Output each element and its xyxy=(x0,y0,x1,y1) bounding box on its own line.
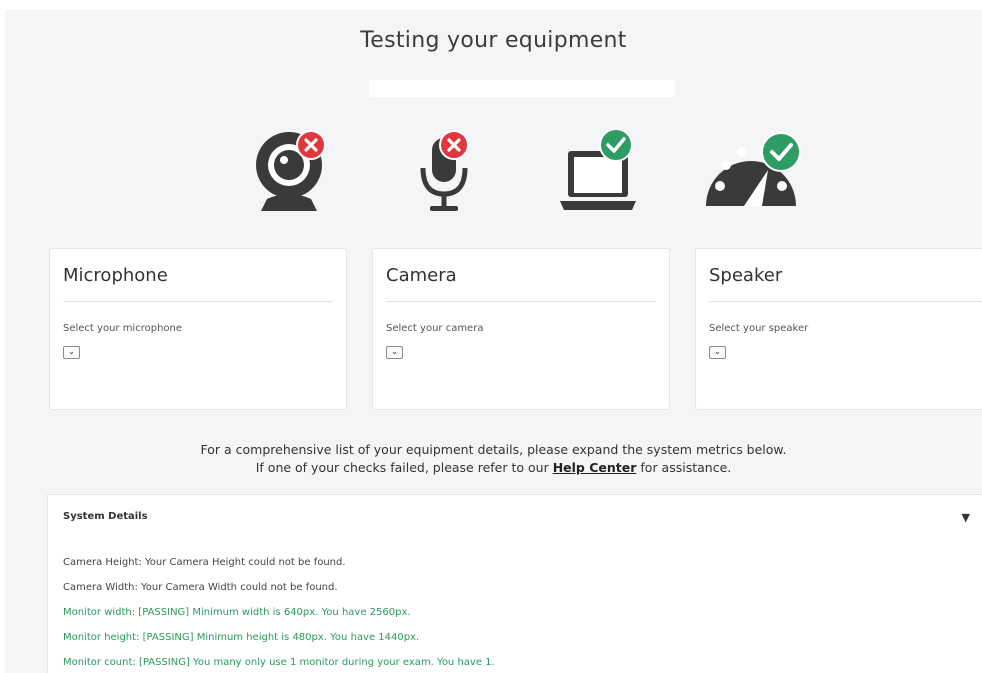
speaker-select[interactable]: ⌄ xyxy=(709,346,726,359)
progress-bar xyxy=(369,80,675,97)
chevron-down-icon: ⌄ xyxy=(714,347,721,356)
microphone-select[interactable]: ⌄ xyxy=(63,346,80,359)
metric-monitor-width: Monitor width: [PASSING] Minimum width i… xyxy=(63,607,411,618)
camera-card: Camera Select your camera ⌄ xyxy=(372,248,670,410)
divider xyxy=(63,301,333,302)
card-label: Select your camera xyxy=(386,323,484,334)
info-text-line2: If one of your checks failed, please ref… xyxy=(5,460,982,475)
speaker-card: Speaker Select your speaker ⌄ xyxy=(695,248,982,410)
card-title: Speaker xyxy=(709,265,783,286)
card-label: Select your speaker xyxy=(709,323,809,334)
chevron-down-icon: ⌄ xyxy=(68,347,75,356)
system-details-title: System Details xyxy=(63,511,148,522)
chevron-down-icon[interactable]: ▼ xyxy=(962,511,970,524)
metric-camera-height: Camera Height: Your Camera Height could … xyxy=(63,557,346,568)
microphone-card: Microphone Select your microphone ⌄ xyxy=(49,248,347,410)
metric-monitor-height: Monitor height: [PASSING] Minimum height… xyxy=(63,632,420,643)
metric-camera-width: Camera Width: Your Camera Width could no… xyxy=(63,582,338,593)
card-label: Select your microphone xyxy=(63,323,183,334)
divider xyxy=(709,301,982,302)
info-text: If one of your checks failed, please ref… xyxy=(255,460,549,475)
pass-check-icon xyxy=(599,128,633,162)
page-title: Testing your equipment xyxy=(360,28,627,53)
camera-select[interactable]: ⌄ xyxy=(386,346,403,359)
chevron-down-icon: ⌄ xyxy=(391,347,398,356)
card-title: Microphone xyxy=(63,265,168,286)
system-details-panel: System Details ▼ Camera Height: Your Cam… xyxy=(47,494,982,673)
metric-monitor-count: Monitor count: [PASSING] You many only u… xyxy=(63,657,495,668)
divider xyxy=(386,301,656,302)
pass-check-icon xyxy=(761,132,801,172)
info-text: for assistance. xyxy=(640,460,732,475)
info-text-line1: For a comprehensive list of your equipme… xyxy=(200,442,787,457)
fail-x-icon xyxy=(296,130,326,160)
card-title: Camera xyxy=(386,265,457,286)
fail-x-icon xyxy=(439,130,469,160)
equipment-test-page: Testing your equipment Microphone Select… xyxy=(5,10,982,673)
help-center-link[interactable]: Help Center xyxy=(553,460,637,475)
